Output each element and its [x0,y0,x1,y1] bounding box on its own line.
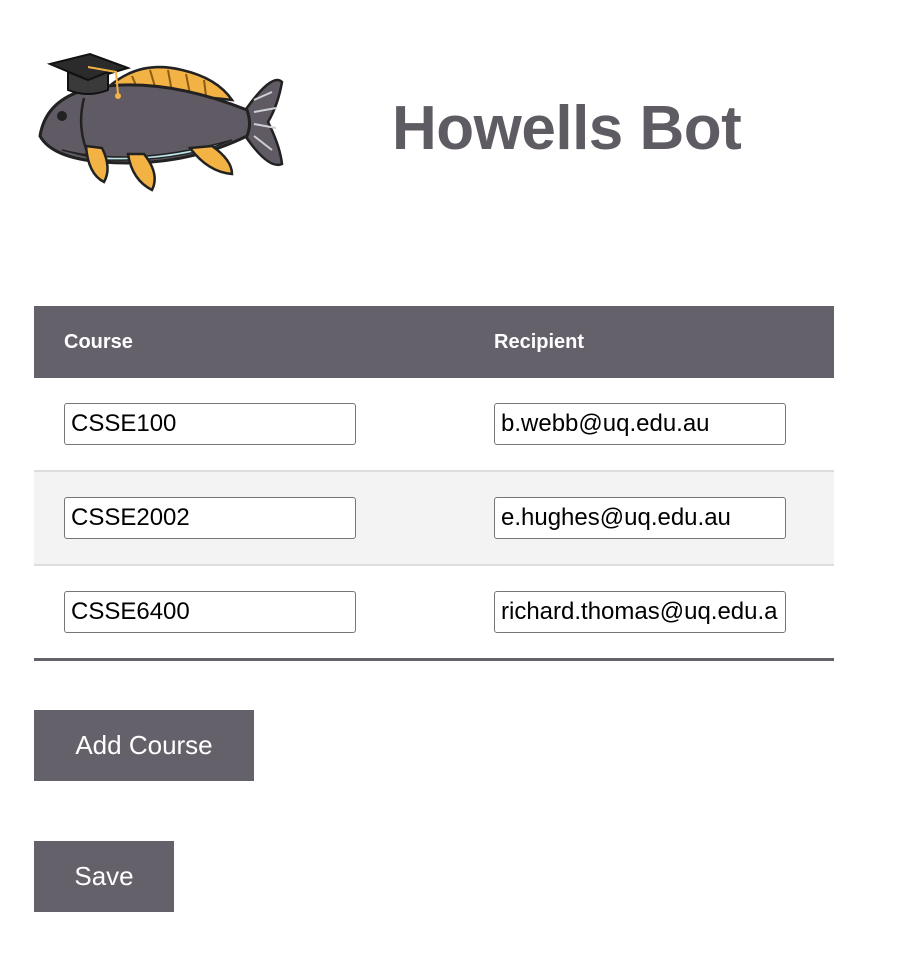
course-input[interactable] [64,497,356,539]
save-button[interactable]: Save [34,841,174,912]
recipient-cell [464,565,834,661]
recipient-input[interactable] [494,591,786,633]
table-header-row: Course Recipient [34,306,834,378]
page-title: Howells Bot [392,94,742,163]
course-cell [34,471,464,566]
table-row [34,471,834,566]
graduate-carp-fish-icon [38,52,284,192]
recipient-cell [464,471,834,566]
add-course-button[interactable]: Add Course [34,710,254,781]
recipient-input[interactable] [494,403,786,445]
column-header-course: Course [34,306,464,378]
page-header: Howells Bot [0,0,912,240]
column-header-recipient: Recipient [464,306,834,378]
course-input[interactable] [64,403,356,445]
course-cell [34,565,464,661]
recipient-cell [464,378,834,472]
course-cell [34,378,464,472]
course-recipient-table: Course Recipient [34,306,834,661]
table-row [34,565,834,661]
recipient-input[interactable] [494,497,786,539]
course-input[interactable] [64,591,356,633]
table-row [34,378,834,472]
